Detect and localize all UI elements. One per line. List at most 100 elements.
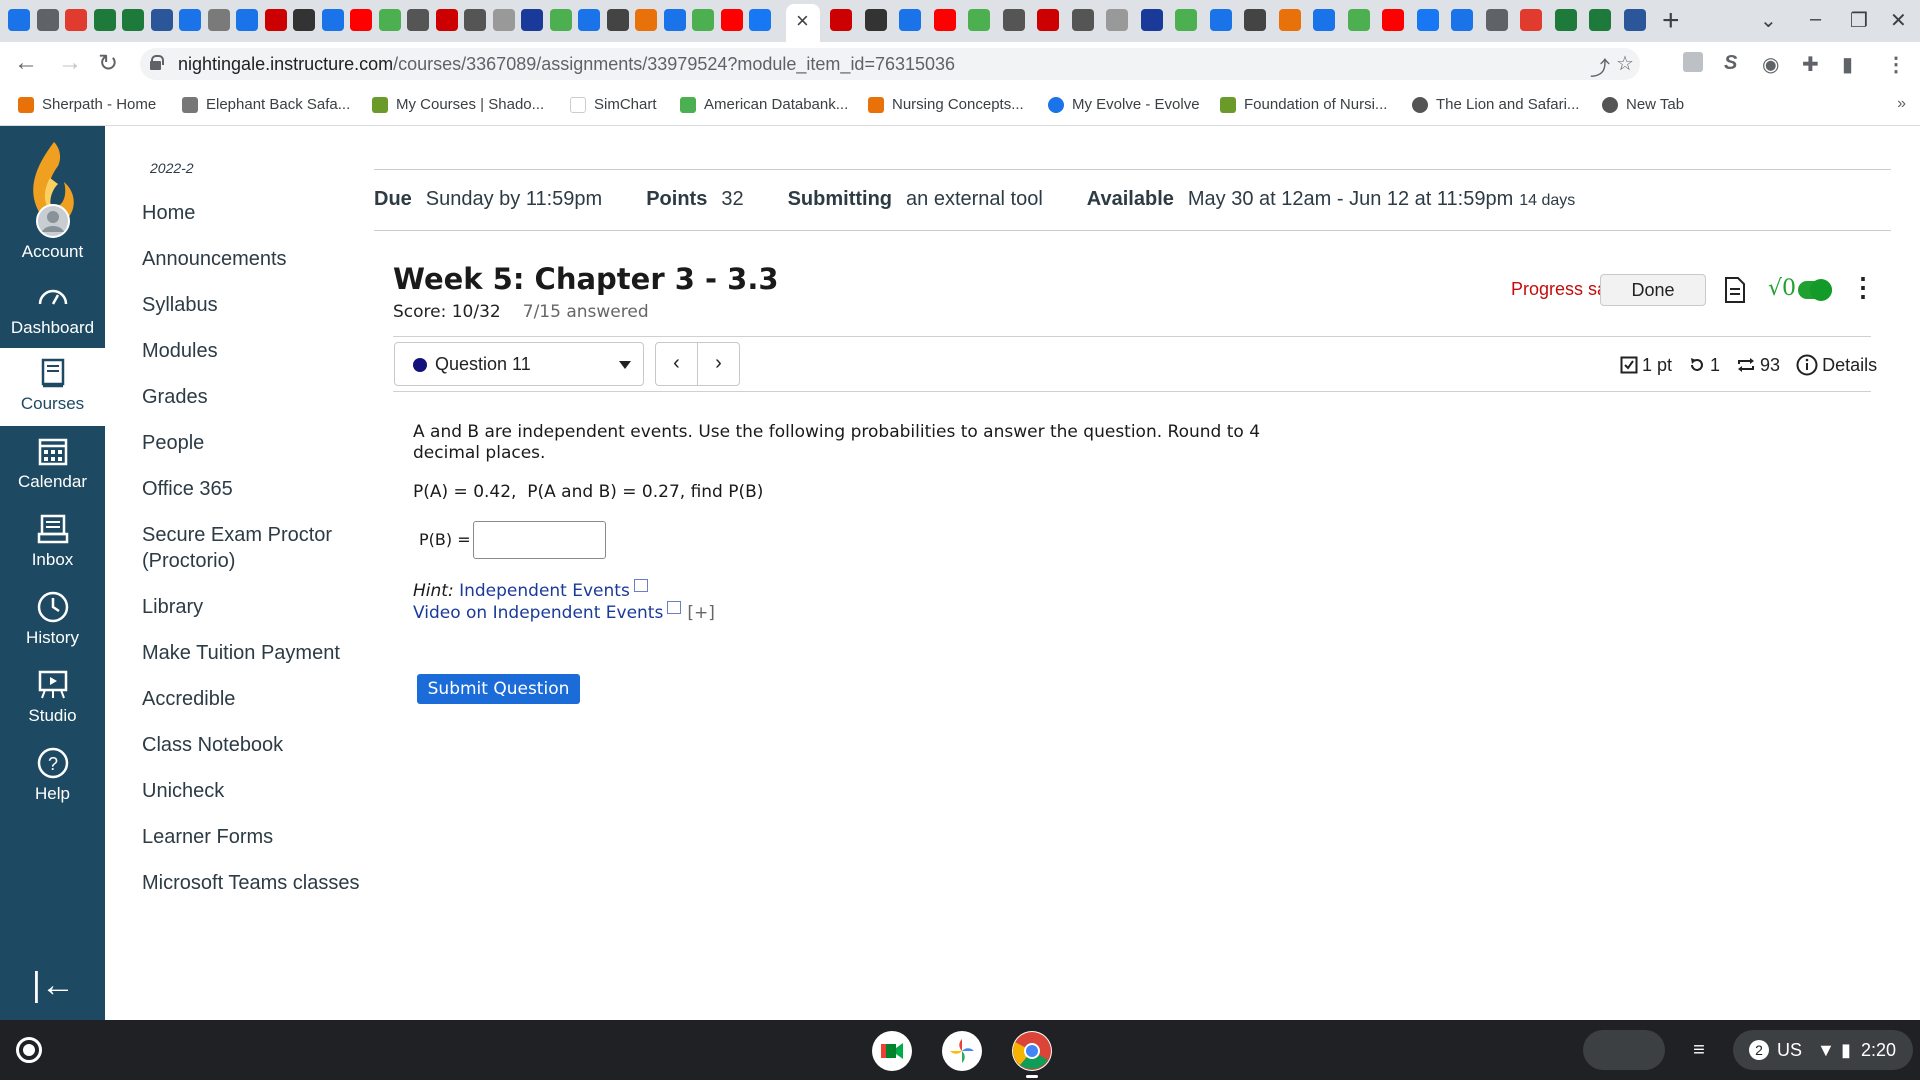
tab-favicon-icon[interactable] [1037,9,1059,31]
course-nav-learner-forms[interactable]: Learner Forms [142,824,372,850]
course-nav-syllabus[interactable]: Syllabus [142,292,372,318]
google-photos-icon[interactable] [942,1031,982,1071]
course-nav-library[interactable]: Library [142,594,372,620]
tab-favicon-icon[interactable] [492,9,515,31]
tab-favicon-icon[interactable] [1175,9,1197,31]
restore-icon[interactable]: ❐ [1850,8,1868,33]
chrome-menu-icon[interactable]: ⋮ [1886,52,1906,77]
document-icon[interactable] [1723,276,1747,304]
tab-favicon-icon[interactable] [1520,9,1542,31]
tab-favicon-icon[interactable] [378,9,401,31]
tab-favicon-icon[interactable] [1382,9,1404,31]
url-text[interactable]: nightingale.instructure.com/courses/3367… [178,54,955,75]
math-entry-icon[interactable]: √0 [1768,276,1796,301]
tab-favicon-icon[interactable] [864,9,887,31]
gnav-courses[interactable]: Courses [0,348,105,426]
tab-favicon-icon[interactable] [236,9,258,31]
course-nav-office-365[interactable]: Office 365 [142,476,372,502]
tab-favicon-icon[interactable] [8,9,30,31]
tab-favicon-icon[interactable] [1589,9,1611,31]
tab-favicon-icon[interactable] [293,9,315,31]
course-nav-class-notebook[interactable]: Class Notebook [142,732,372,758]
tab-favicon-icon[interactable] [179,9,201,31]
course-nav-announcements[interactable]: Announcements [142,246,372,272]
tab-favicon-icon[interactable] [1278,9,1301,31]
tab-favicon-icon[interactable] [264,9,287,31]
tab-favicon-icon[interactable] [435,9,458,31]
bookmark-item[interactable]: Foundation of Nursi... [1220,96,1387,113]
extension-s-icon[interactable]: S [1724,52,1737,75]
tab-favicon-icon[interactable] [150,9,173,31]
tab-favicon-icon[interactable] [521,9,543,31]
next-question-button[interactable]: › [697,342,740,386]
extension-icon[interactable] [1683,52,1703,72]
course-nav-teams[interactable]: Microsoft Teams classes [142,870,372,896]
tab-favicon-icon[interactable] [549,9,572,31]
course-nav-modules[interactable]: Modules [142,338,372,364]
bookmark-item[interactable]: Nursing Concepts... [868,96,1024,113]
gnav-calendar[interactable]: Calendar [0,426,105,504]
side-panel-icon[interactable]: ▮ [1842,52,1853,77]
tab-favicon-icon[interactable] [122,9,144,31]
address-bar[interactable]: nightingale.instructure.com/courses/3367… [140,48,1640,80]
tab-favicon-icon[interactable] [1002,9,1025,31]
tab-favicon-icon[interactable] [899,9,921,31]
close-window-icon[interactable]: ✕ [1890,8,1907,33]
expand-toggle[interactable]: [+] [687,603,715,623]
tab-favicon-icon[interactable] [933,9,956,31]
tab-favicon-icon[interactable] [350,9,372,31]
video-link[interactable]: Video on Independent Events [413,603,663,623]
details-link[interactable]: Details [1796,354,1877,376]
lock-icon[interactable] [150,55,164,70]
tab-favicon-icon[interactable] [1313,9,1335,31]
tab-favicon-icon[interactable] [407,9,429,31]
holding-space-icon[interactable] [1583,1030,1665,1070]
bookmark-item[interactable]: American Databank... [680,96,848,113]
media-controls-icon[interactable]: ≡ [1675,1030,1723,1070]
tab-favicon-icon[interactable] [635,9,657,31]
tab-favicon-icon[interactable] [1416,9,1439,31]
course-nav-accredible[interactable]: Accredible [142,686,372,712]
tab-favicon-icon[interactable] [578,9,600,31]
gnav-help[interactable]: ? Help [0,738,105,816]
tab-favicon-icon[interactable] [464,9,486,31]
math-entry-toggle[interactable] [1798,279,1832,301]
share-icon[interactable]: ⤴ [1590,52,1610,81]
tab-favicon-icon[interactable] [1347,9,1370,31]
forward-icon[interactable]: → [58,49,82,77]
tab-favicon-icon[interactable] [1209,9,1232,31]
gnav-inbox[interactable]: Inbox [0,504,105,582]
gnav-account[interactable]: Account [0,196,105,274]
done-button[interactable]: Done [1600,274,1706,306]
extension-meter-icon[interactable]: ◉ [1762,52,1779,77]
minimize-icon[interactable]: – [1810,8,1821,31]
tab-favicon-icon[interactable] [830,9,852,31]
tab-favicon-icon[interactable] [65,9,87,31]
tab-favicon-icon[interactable] [606,9,629,31]
bookmark-item[interactable]: Sherpath - Home [18,96,156,113]
prev-question-button[interactable]: ‹ [655,342,698,386]
bookmark-star-icon[interactable]: ☆ [1616,51,1634,76]
tab-favicon-icon[interactable] [1106,9,1128,31]
gnav-studio[interactable]: Studio [0,660,105,738]
bookmark-item[interactable]: New Tab [1602,96,1684,113]
course-nav-proctorio[interactable]: Secure Exam Proctor (Proctorio) [142,522,372,574]
more-options-icon[interactable]: ⋮ [1850,272,1876,303]
new-tab-button[interactable]: + [1662,4,1680,38]
chrome-icon[interactable] [1012,1031,1052,1071]
collapse-nav-icon[interactable]: |← [32,966,75,1005]
course-nav-unicheck[interactable]: Unicheck [142,778,372,804]
tab-favicon-icon[interactable] [1451,9,1473,31]
answer-input[interactable] [473,521,606,559]
puzzle-icon[interactable]: ✚ [1802,52,1819,77]
tab-favicon-icon[interactable] [1244,9,1266,31]
google-meet-icon[interactable] [872,1031,912,1071]
bookmark-item[interactable]: The Lion and Safari... [1412,96,1579,113]
tab-favicon-icon[interactable] [720,9,743,31]
tab-favicon-icon[interactable] [692,9,714,31]
course-nav-tuition[interactable]: Make Tuition Payment [142,640,372,666]
tab-favicon-icon[interactable] [663,9,686,31]
tab-favicon-icon[interactable] [1554,9,1577,31]
tab-favicon-icon[interactable] [1623,9,1646,31]
tab-close-icon[interactable]: × [796,8,809,34]
